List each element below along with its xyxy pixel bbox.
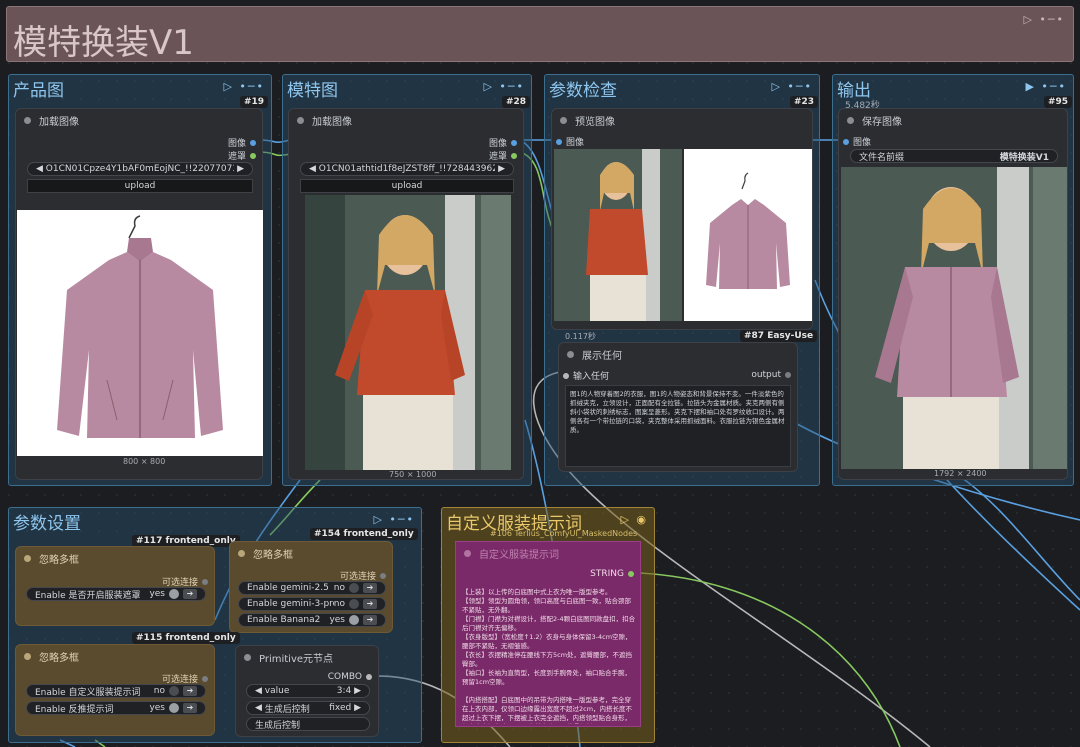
node-collapse-dot[interactable] [24, 116, 31, 124]
model-image-red-sweater [305, 195, 511, 470]
output-label-mask: 遮罩 [488, 152, 507, 162]
output-port-mask[interactable] [511, 152, 517, 159]
node-title: 保存图像 [862, 116, 902, 128]
image-dimensions: 750 × 1000 [389, 470, 437, 479]
group-title-settings: 参数设置 [13, 514, 81, 534]
node-title: 自定义服装提示词 [479, 549, 559, 561]
custom-prompt-text[interactable]: 【上装】以上传的白底图中式上衣为唯一版型参考。 【领型】领型为圆角领，领口高度与… [462, 588, 636, 724]
node-collapse-dot[interactable] [567, 350, 574, 358]
upload-button[interactable]: upload [27, 179, 253, 193]
input-port-any[interactable] [563, 372, 569, 379]
input-label-image: 图像 [566, 138, 585, 148]
toggle-enable-banana2[interactable]: Enable Banana2 yes ➔ [238, 613, 386, 627]
node-title: 忽略多框 [39, 554, 79, 566]
output-port-combo[interactable] [366, 674, 372, 680]
output-port-image[interactable] [250, 139, 256, 146]
output-image-model-jacket [841, 167, 1067, 469]
workflow-title: 模特换装V1 [13, 23, 194, 63]
node-id-badge: #115 frontend_only [132, 632, 240, 644]
product-image-jacket [17, 210, 263, 456]
node-bypass-2[interactable]: 忽略多框 可选连接 Enable gemini-2.5 no ➔ Enable ge… [229, 541, 393, 633]
output-label-image: 图像 [488, 139, 507, 149]
node-primitive[interactable]: Primitive元节点 COMBO ◀ value 3:4 ▶ ◀ 生成后控制 f… [235, 645, 379, 737]
toggle-enable-custom-prompt[interactable]: Enable 自定义服装提示词 no ➔ [26, 684, 206, 698]
control-after-generate-select[interactable]: ◀ 生成后控制 fixed ▶ [246, 701, 370, 715]
node-title: 忽略多框 [39, 652, 79, 664]
node-custom-prompt[interactable]: 自定义服装提示词 STRING 【上装】以上传的白底图中式上衣为唯一版型参考。 … [455, 541, 641, 727]
group-controls-icon[interactable]: ▷ •─• [1023, 13, 1065, 26]
toggle-enable-gemini-25[interactable]: Enable gemini-2.5 no ➔ [238, 581, 386, 595]
node-save-image[interactable]: 保存图像 图像 文件名前缀 模特换装V1 1792 × 2400 [838, 108, 1068, 480]
group-controls-icon[interactable]: ▷ •─• [223, 80, 265, 93]
node-id-badge: #28 [502, 96, 531, 108]
input-port-image[interactable] [556, 138, 562, 145]
preview-image-jacket [684, 149, 812, 321]
output-port-string[interactable] [628, 571, 634, 577]
node-load-image-model[interactable]: 加载图像 图像 遮罩 ◀ O1CN01athtid1f8eJZST8ff_!!7… [288, 108, 524, 480]
node-collapse-dot[interactable] [560, 116, 567, 124]
node-id-badge: #95 [1044, 96, 1073, 108]
group-controls-icon[interactable]: ▷ ◉ [620, 513, 648, 526]
toggle-enable-gemini-3-pro[interactable]: Enable gemini-3-pro no ➔ [238, 597, 386, 611]
node-id-badge: #23 [790, 96, 819, 108]
output-label-image: 图像 [227, 139, 246, 149]
output-label-combo: COMBO [327, 672, 362, 682]
input-label-image: 图像 [853, 138, 872, 148]
node-collapse-dot[interactable] [297, 116, 304, 124]
image-file-select[interactable]: ◀ O1CN01Cpze4Y1bAF0mEojNC_!!22077073434 … [27, 162, 253, 176]
node-collapse-dot[interactable] [847, 116, 854, 124]
group-title-check: 参数检查 [549, 81, 617, 101]
output-port[interactable] [785, 372, 791, 378]
execution-time: 0.117秒 [565, 332, 596, 341]
optional-input-port[interactable] [202, 578, 208, 585]
filename-prefix-field[interactable]: 文件名前缀 模特换装V1 [850, 149, 1058, 163]
node-id-badge: #106 Terlius_ComfyUI_MaskedNodes [490, 529, 638, 538]
node-collapse-dot[interactable] [24, 652, 31, 660]
group-controls-icon[interactable]: ▷ •─• [483, 80, 525, 93]
group-controls-icon[interactable]: ▷ •─• [373, 513, 415, 526]
node-id-badge: #154 frontend_only [310, 528, 418, 540]
output-port-mask[interactable] [250, 152, 256, 159]
node-load-image-product[interactable]: 加载图像 图像 遮罩 ◀ O1CN01Cpze4Y1bAF0mEojNC_!!2… [15, 108, 263, 480]
output-label-string: STRING [590, 569, 624, 579]
node-id-badge: #19 [240, 96, 269, 108]
input-label-any: 输入任何 [573, 372, 610, 382]
group-controls-icon[interactable]: ▷ •─• [771, 80, 813, 93]
node-title: 预览图像 [575, 116, 615, 128]
node-bypass-1[interactable]: 忽略多框 可选连接 Enable 是否开启服装遮罩 yes ➔ [15, 546, 215, 626]
node-collapse-dot[interactable] [244, 653, 251, 661]
node-bypass-3[interactable]: 忽略多框 可选连接 Enable 自定义服装提示词 no ➔ Enable 反推提示… [15, 644, 215, 736]
node-collapse-dot[interactable] [464, 549, 471, 557]
node-collapse-dot[interactable] [238, 549, 245, 557]
output-label: output [751, 370, 781, 380]
group-controls-icon[interactable]: ▶ •─• [1025, 80, 1067, 93]
output-port-image[interactable] [511, 139, 517, 146]
group-title-model: 模特图 [287, 81, 338, 101]
node-preview-image[interactable]: 预览图像 图像 [551, 108, 813, 330]
control-after-generate-button[interactable]: 生成后控制 [246, 717, 370, 731]
output-label-mask: 遮罩 [227, 152, 246, 162]
preview-image-model [554, 149, 682, 321]
toggle-enable-reverse-prompt[interactable]: Enable 反推提示词 yes ➔ [26, 701, 206, 715]
optional-input-port[interactable] [202, 675, 208, 682]
toggle-enable-mask[interactable]: Enable 是否开启服装遮罩 yes ➔ [26, 587, 206, 601]
group-title-product: 产品图 [13, 81, 64, 101]
optional-input-port[interactable] [380, 572, 386, 579]
image-dimensions: 1792 × 2400 [934, 469, 987, 478]
show-any-text[interactable]: 图1的人物穿着图2的衣服，图1的人物姿态和背景保持不变。一件淡紫色的抓绒夹克，立… [565, 385, 791, 467]
node-title: 忽略多框 [253, 549, 293, 561]
node-show-any[interactable]: 展示任何 输入任何 output 图1的人物穿着图2的衣服，图1的人物姿态和背景… [558, 342, 798, 472]
primitive-value-select[interactable]: ◀ value 3:4 ▶ [246, 684, 370, 698]
node-title: Primitive元节点 [259, 653, 334, 665]
node-collapse-dot[interactable] [24, 554, 31, 562]
input-port-image[interactable] [843, 138, 849, 145]
node-title: 加载图像 [39, 116, 79, 128]
node-title: 加载图像 [312, 116, 352, 128]
image-file-select[interactable]: ◀ O1CN01athtid1f8eJZST8ff_!!728443962.jp… [300, 162, 514, 176]
node-title: 展示任何 [582, 350, 622, 362]
node-id-badge: #87 Easy-Use [740, 330, 818, 342]
workflow-title-group[interactable]: 模特换装V1 ▷ •─• [6, 6, 1074, 63]
upload-button[interactable]: upload [300, 179, 514, 193]
image-dimensions: 800 × 800 [123, 457, 166, 466]
